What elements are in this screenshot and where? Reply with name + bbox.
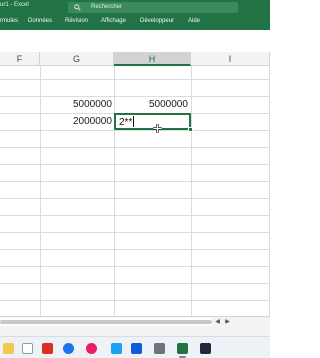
scrollbar-thumb[interactable]: [0, 320, 212, 324]
grid-column-line: [114, 66, 115, 316]
acrobat-icon[interactable]: [42, 343, 53, 354]
tab-revision[interactable]: Révision: [65, 18, 88, 24]
grid-column-line: [269, 66, 270, 316]
pdf-reader-icon[interactable]: [22, 343, 33, 354]
grid-row-line: [0, 215, 270, 216]
status-bar: [0, 328, 270, 336]
cell-cursor-icon: [153, 124, 162, 133]
spreadsheet-grid[interactable]: 5000000 5000000 2000000 2**: [0, 66, 270, 316]
window-title: ur1 - Excel: [0, 2, 29, 8]
grid-row-line: [0, 147, 270, 148]
store-icon[interactable]: [154, 343, 165, 354]
search-placeholder: Rechercher: [91, 4, 123, 10]
tab-formules[interactable]: rmules: [0, 18, 18, 24]
cell-g-value-2[interactable]: 2000000: [73, 116, 112, 127]
column-header-f[interactable]: F: [0, 52, 40, 66]
windows-taskbar: [0, 336, 270, 358]
grid-row-line: [0, 249, 270, 250]
grid-column-line: [40, 66, 41, 316]
file-explorer-icon[interactable]: [3, 343, 14, 354]
column-header-h[interactable]: H: [114, 52, 191, 66]
title-bar: ur1 - Excel Rechercher: [0, 0, 270, 14]
grid-row-line: [0, 198, 270, 199]
tab-affichage[interactable]: Affichage: [101, 18, 126, 24]
edge-browser-icon[interactable]: [63, 343, 74, 354]
grid-row-line: [0, 130, 270, 131]
grid-row-line: [0, 79, 270, 80]
outlook-icon[interactable]: [131, 343, 142, 354]
grid-row-line: [0, 232, 270, 233]
column-headers: F G H I: [0, 52, 270, 66]
tab-developpeur[interactable]: Développeur: [140, 18, 174, 24]
cell-h-value-1[interactable]: 5000000: [149, 99, 188, 110]
grid-column-line: [191, 66, 192, 316]
excel-icon[interactable]: [177, 343, 188, 354]
fill-handle[interactable]: [188, 127, 193, 132]
grid-row-line: [0, 283, 270, 284]
cell-edit-text[interactable]: 2**: [119, 116, 135, 128]
photos-icon[interactable]: [86, 343, 97, 354]
tab-aide[interactable]: Aide: [188, 18, 200, 24]
grid-row-line: [0, 181, 270, 182]
scroll-right-icon[interactable]: ▶: [223, 318, 232, 326]
text-caret: [133, 116, 135, 127]
snipping-tool-icon[interactable]: [111, 343, 122, 354]
column-header-i[interactable]: I: [191, 52, 270, 66]
cell-g-value-1[interactable]: 5000000: [73, 99, 112, 110]
grid-row-line: [0, 164, 270, 165]
grid-row-line: [0, 300, 270, 301]
horizontal-scrollbar[interactable]: [0, 318, 212, 326]
search-box[interactable]: Rechercher: [68, 2, 238, 13]
column-header-g[interactable]: G: [40, 52, 114, 66]
grid-row-line: [0, 96, 270, 97]
ribbon-tabs: rmules Données Révision Affichage Dévelo…: [0, 14, 270, 30]
tab-donnees[interactable]: Données: [28, 18, 52, 24]
search-icon: [74, 4, 81, 11]
scroll-left-icon[interactable]: ◀: [213, 318, 222, 326]
grid-row-line: [0, 266, 270, 267]
terminal-icon[interactable]: [200, 343, 211, 354]
